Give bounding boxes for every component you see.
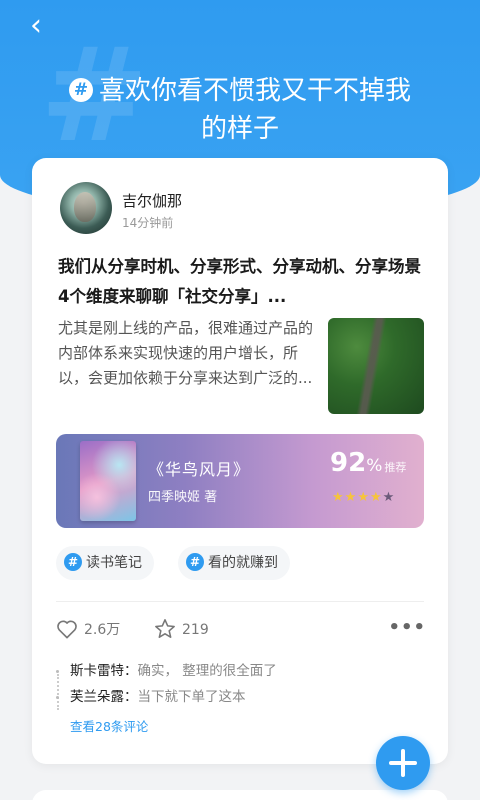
heart-icon (57, 620, 77, 639)
topic-title: # 喜欢你看不惯我又干不掉我的样子 (60, 72, 420, 148)
more-dots-icon: ••• (388, 617, 426, 638)
comment-text: 确实， 整理的很全面了 (137, 663, 277, 679)
comment-item[interactable]: 斯卡雷特：确实， 整理的很全面了 (56, 658, 396, 684)
star-icon: ★ (344, 490, 358, 505)
book-score-value: 92 (330, 448, 367, 478)
book-author: 四季映姬 著 (148, 490, 218, 505)
book-rating-stars: ★★★★★ (332, 490, 395, 505)
book-score-unit: % (366, 456, 383, 476)
post-time: 14分钟前 (122, 216, 174, 230)
bullet-icon (56, 670, 59, 673)
bullet-icon (56, 696, 59, 699)
tag-reading-notes[interactable]: # 读书笔记 (56, 546, 154, 580)
hash-icon: # (68, 78, 93, 102)
like-count: 2.6万 (84, 622, 121, 638)
star-icon: ★ (332, 490, 345, 505)
favorite-count: 219 (182, 622, 209, 638)
comment-user: 芙兰朵露： (70, 689, 138, 705)
tag-label: 读书笔记 (86, 555, 142, 571)
create-post-button[interactable] (376, 736, 430, 790)
post-excerpt[interactable]: 尤其是刚上线的产品，很难通过产品的内部体系来实现快速的用户增长，所以，会更加依赖… (58, 316, 320, 391)
favorite-button[interactable]: 219 (154, 618, 209, 642)
tag-label: 看的就赚到 (208, 555, 278, 571)
avatar[interactable] (60, 182, 112, 234)
more-options-button[interactable]: ••• (388, 618, 426, 638)
comment-user: 斯卡雷特： (70, 663, 138, 679)
book-cover (80, 441, 136, 521)
comment-item[interactable]: 芙兰朵露：当下就下单了这本 (56, 684, 396, 710)
author-name[interactable]: 吉尔伽那 (122, 190, 182, 211)
book-card[interactable]: 《华鸟风月》 四季映姬 著 92% 推荐 ★★★★★ (56, 434, 424, 528)
book-score: 92% 推荐 (330, 448, 406, 478)
divider (56, 601, 424, 602)
book-title: 《华鸟风月》 (148, 460, 251, 479)
book-score-label: 推荐 (384, 461, 407, 474)
star-outline-icon (155, 619, 175, 638)
post-title[interactable]: 我们从分享时机、分享形式、分享动机、分享场景4个维度来聊聊「社交分享」... (58, 252, 428, 312)
back-button[interactable]: ‹ (20, 8, 52, 44)
hash-icon: # (64, 553, 82, 571)
next-post-card[interactable] (32, 790, 448, 800)
view-all-comments-link[interactable]: 查看28条评论 (70, 716, 148, 735)
star-icon: ★ (357, 490, 370, 505)
tag-worth-watching[interactable]: # 看的就赚到 (178, 546, 290, 580)
post-card[interactable]: 吉尔伽那 14分钟前 我们从分享时机、分享形式、分享动机、分享场景4个维度来聊聊… (32, 158, 448, 764)
comment-text: 当下就下单了这本 (137, 689, 246, 705)
like-button[interactable]: 2.6万 (56, 618, 120, 642)
star-icon: ★ (369, 490, 383, 505)
topic-title-text: 喜欢你看不惯我又干不掉我的样子 (98, 76, 411, 144)
star-empty-icon: ★ (382, 490, 396, 505)
post-thumbnail[interactable] (328, 318, 424, 414)
comment-preview[interactable]: 斯卡雷特：确实， 整理的很全面了 芙兰朵露：当下就下单了这本 (56, 658, 396, 710)
chevron-left-icon: ‹ (30, 8, 42, 43)
hash-icon: # (186, 553, 204, 571)
